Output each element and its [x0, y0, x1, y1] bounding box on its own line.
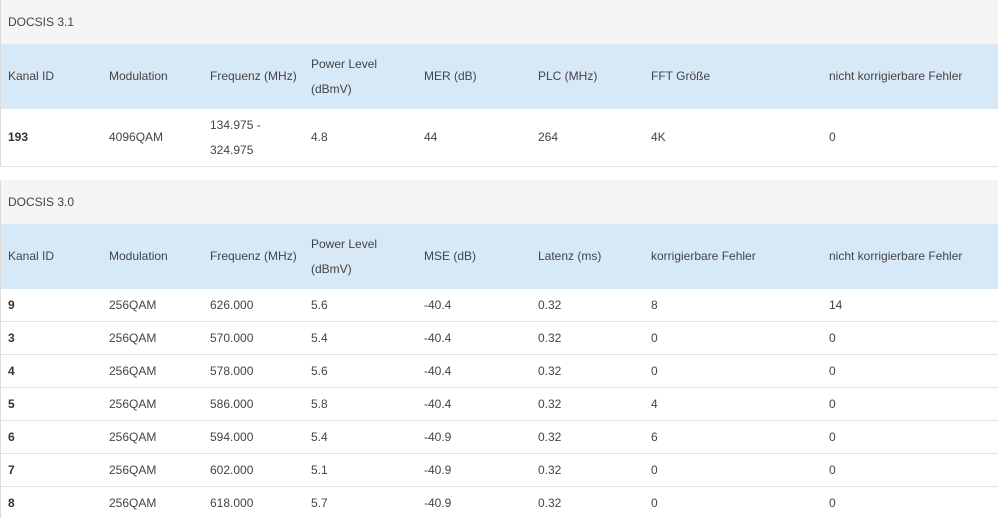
cell-uncorrectable-errors: 0	[822, 354, 998, 388]
cell-uncorrectable-errors: 0	[822, 420, 998, 454]
cell-mse: -40.4	[417, 354, 531, 388]
cell-channel-id: 193	[1, 109, 102, 167]
docsis30-table: Kanal ID Modulation Frequenz (MHz) Power…	[1, 224, 998, 518]
column-header-modulation: Modulation	[102, 44, 203, 109]
column-header-channel-id: Kanal ID	[1, 44, 102, 109]
cell-power-level: 5.6	[304, 289, 417, 322]
cell-frequency: 578.000	[203, 354, 304, 388]
cell-latency: 0.32	[531, 387, 644, 421]
column-header-correctable-errors: korrigierbare Fehler	[644, 224, 822, 289]
docsis31-table: Kanal ID Modulation Frequenz (MHz) Power…	[1, 44, 998, 167]
cell-correctable-errors: 0	[651, 496, 658, 510]
cell-correctable-errors: 0	[644, 453, 822, 487]
table-row: 5 256QAM 586.000 5.8 -40.4 0.32 4 0	[1, 387, 998, 421]
docsis31-title: DOCSIS 3.1	[1, 0, 998, 44]
cell-latency: 0.32	[531, 289, 644, 322]
cell-latency: 0.32	[531, 420, 644, 454]
cell-mse: -40.9	[417, 420, 531, 454]
cell-channel-id: 6	[1, 420, 102, 454]
column-header-modulation: Modulation	[102, 224, 203, 289]
column-header-latency: Latenz (ms)	[531, 224, 644, 289]
cell-uncorrectable-errors: 14	[822, 289, 998, 322]
cell-power-level: 5.1	[304, 453, 417, 487]
column-header-frequency: Frequenz (MHz)	[203, 44, 304, 109]
cell-power-level: 5.7	[311, 496, 328, 510]
cell-frequency: 134.975 - 324.975	[203, 109, 304, 167]
table-header-row: Kanal ID Modulation Frequenz (MHz) Power…	[1, 44, 998, 109]
cell-mse: -40.9	[424, 496, 452, 510]
column-header-power-level: Power Level (dBmV)	[304, 44, 417, 109]
cell-correctable-errors: 4	[644, 387, 822, 421]
table-header-row: Kanal ID Modulation Frequenz (MHz) Power…	[1, 224, 998, 289]
cell-mer: 44	[417, 109, 531, 167]
cell-channel-id: 3	[1, 321, 102, 355]
cell-modulation: 256QAM	[102, 289, 203, 322]
cell-latency: 0.32	[538, 496, 562, 510]
cell-channel-id: 7	[1, 453, 102, 487]
cell-mse: -40.4	[417, 387, 531, 421]
column-header-fft-size: FFT Größe	[644, 44, 822, 109]
column-header-plc: PLC (MHz)	[531, 44, 644, 109]
cell-channel-id: 8	[8, 496, 15, 510]
cell-uncorrectable-errors: 0	[822, 387, 998, 421]
table-row: 193 4096QAM 134.975 - 324.975 4.8 44 264…	[1, 109, 998, 167]
cell-channel-id: 5	[1, 387, 102, 421]
cell-uncorrectable-errors: 0	[822, 109, 998, 167]
cell-modulation: 256QAM	[102, 453, 203, 487]
cell-uncorrectable-errors: 0	[822, 321, 998, 355]
column-header-uncorrectable-errors: nicht korrigierbare Fehler	[822, 44, 998, 109]
cell-modulation: 256QAM	[109, 496, 157, 510]
cell-mse: -40.4	[417, 289, 531, 322]
cell-correctable-errors: 8	[644, 289, 822, 322]
cell-frequency: 570.000	[203, 321, 304, 355]
cell-fft-size: 4K	[644, 109, 822, 167]
cell-latency: 0.32	[531, 453, 644, 487]
table-row: 8 256QAM 618.000 5.7 -40.9 0.32 0 0	[1, 487, 998, 518]
column-header-mer: MER (dB)	[417, 44, 531, 109]
cell-modulation: 256QAM	[102, 387, 203, 421]
cell-correctable-errors: 6	[644, 420, 822, 454]
cell-frequency: 594.000	[203, 420, 304, 454]
cell-frequency: 586.000	[203, 387, 304, 421]
column-header-mse: MSE (dB)	[417, 224, 531, 289]
docsis30-panel: DOCSIS 3.0 Kanal ID Modulation Frequenz …	[0, 180, 998, 518]
column-header-uncorrectable-errors: nicht korrigierbare Fehler	[822, 224, 998, 289]
cell-power-level: 5.4	[304, 420, 417, 454]
table-row: 7 256QAM 602.000 5.1 -40.9 0.32 0 0	[1, 453, 998, 487]
docsis31-panel: DOCSIS 3.1 Kanal ID Modulation Frequenz …	[0, 0, 998, 167]
cell-power-level: 4.8	[304, 109, 417, 167]
cell-frequency: 602.000	[203, 453, 304, 487]
cell-modulation: 256QAM	[102, 354, 203, 388]
cell-plc: 264	[531, 109, 644, 167]
column-header-frequency: Frequenz (MHz)	[203, 224, 304, 289]
cell-modulation: 256QAM	[102, 321, 203, 355]
cell-latency: 0.32	[531, 321, 644, 355]
table-row: 9 256QAM 626.000 5.6 -40.4 0.32 8 14	[1, 289, 998, 322]
cell-modulation: 256QAM	[102, 420, 203, 454]
cell-power-level: 5.8	[304, 387, 417, 421]
cell-power-level: 5.4	[304, 321, 417, 355]
cell-mse: -40.4	[417, 321, 531, 355]
table-row: 6 256QAM 594.000 5.4 -40.9 0.32 6 0	[1, 420, 998, 454]
column-header-power-level: Power Level (dBmV)	[304, 224, 417, 289]
cell-power-level: 5.6	[304, 354, 417, 388]
cell-channel-id: 4	[1, 354, 102, 388]
table-row: 4 256QAM 578.000 5.6 -40.4 0.32 0 0	[1, 354, 998, 388]
cell-mse: -40.9	[417, 453, 531, 487]
cell-latency: 0.32	[531, 354, 644, 388]
table-row: 3 256QAM 570.000 5.4 -40.4 0.32 0 0	[1, 321, 998, 355]
cell-channel-id: 9	[1, 289, 102, 322]
cell-uncorrectable-errors: 0	[822, 453, 998, 487]
cell-frequency: 618.000	[210, 496, 254, 510]
cell-uncorrectable-errors: 0	[829, 496, 836, 510]
docsis30-title: DOCSIS 3.0	[1, 180, 998, 224]
cell-modulation: 4096QAM	[102, 109, 203, 167]
cell-correctable-errors: 0	[644, 354, 822, 388]
column-header-channel-id: Kanal ID	[1, 224, 102, 289]
cell-frequency: 626.000	[203, 289, 304, 322]
cell-correctable-errors: 0	[644, 321, 822, 355]
